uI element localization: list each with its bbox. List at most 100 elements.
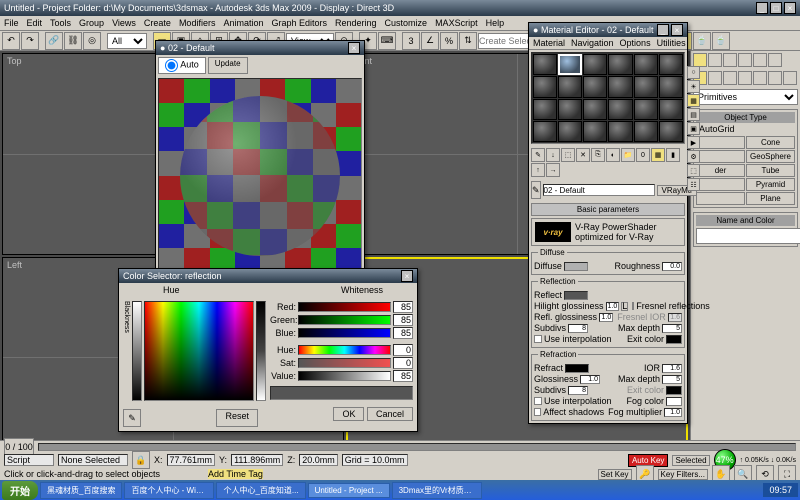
obj-btn-pyramid[interactable]: Pyramid [746, 178, 795, 191]
refr-subdivs-spinner[interactable]: 8 [568, 386, 588, 395]
tab-modify[interactable] [708, 53, 722, 67]
close-button[interactable]: × [784, 2, 796, 14]
hue-sat-picker[interactable] [144, 301, 254, 401]
me-menu-options[interactable]: Options [620, 38, 651, 48]
menu-modifiers[interactable]: Modifiers [179, 18, 216, 28]
object-name-input[interactable] [696, 228, 800, 244]
bind-button[interactable]: ◎ [83, 32, 101, 50]
ior-spinner[interactable]: 1.6 [662, 364, 682, 373]
me-select[interactable]: ⬚ [687, 164, 700, 177]
task-4[interactable]: 3Dmax里的Vr材质球... [392, 482, 482, 499]
sat-value[interactable]: 0 [393, 357, 413, 369]
material-slot-14[interactable] [583, 99, 607, 120]
menu-grapheditors[interactable]: Graph Editors [271, 18, 327, 28]
menu-create[interactable]: Create [144, 18, 171, 28]
preview-tab-update[interactable]: Update [208, 57, 248, 74]
me-sample-type[interactable]: ○ [687, 66, 700, 79]
color-selector-titlebar[interactable]: Color Selector: reflection × [119, 269, 417, 283]
script-area[interactable]: Script [4, 454, 54, 466]
hue-slider[interactable] [298, 345, 391, 355]
keyfilters-button[interactable]: Key Filters... [658, 469, 708, 480]
green-slider[interactable] [298, 315, 391, 325]
ok-button[interactable]: OK [333, 407, 364, 421]
hilight-gloss-spinner[interactable]: 1.0 [606, 302, 620, 311]
me-background[interactable]: ▦ [687, 94, 700, 107]
refl-exit-swatch[interactable] [666, 335, 682, 344]
obj-btn-plane[interactable]: Plane [746, 192, 795, 205]
affect-shadows-check[interactable] [534, 408, 541, 416]
fresnel-check[interactable] [632, 302, 634, 310]
material-editor-titlebar[interactable]: ● Material Editor - 02 - Default _ × [529, 23, 687, 37]
value-value[interactable]: 85 [393, 370, 413, 382]
menu-help[interactable]: Help [486, 18, 505, 28]
task-2[interactable]: 个人中心_百度知道... [216, 482, 305, 499]
material-slot-18[interactable] [533, 121, 557, 142]
basic-params-rollout[interactable]: Basic parameters [531, 203, 685, 216]
subtab-shapes[interactable] [708, 71, 722, 85]
material-slot-3[interactable] [608, 54, 632, 75]
me-show-map[interactable]: ▦ [651, 148, 665, 162]
start-button[interactable]: 开始 [2, 481, 38, 500]
menu-file[interactable]: File [4, 18, 19, 28]
refl-gloss-spinner[interactable]: 1.0 [599, 313, 613, 322]
reset-button[interactable]: Reset [216, 409, 258, 427]
me-menu-utilities[interactable]: Utilities [657, 38, 686, 48]
preview-close-button[interactable]: × [348, 42, 360, 54]
refr-maxdepth-spinner[interactable]: 5 [662, 375, 682, 384]
obj-btn-cylinder[interactable]: der [696, 164, 745, 177]
me-put-scene[interactable]: ↓ [546, 148, 560, 162]
roughness-spinner[interactable]: 0.0 [662, 262, 682, 271]
obj-btn-cone[interactable]: Cone [746, 136, 795, 149]
menu-animation[interactable]: Animation [223, 18, 263, 28]
material-slot-5[interactable] [659, 54, 683, 75]
me-menu-material[interactable]: Material [533, 38, 565, 48]
spinner-snap-button[interactable]: ⇅ [459, 32, 477, 50]
color-selector-close[interactable]: × [401, 270, 413, 282]
z-field[interactable]: 20.0mm [299, 454, 338, 466]
refl-interp-check[interactable] [534, 335, 542, 343]
material-slot-17[interactable] [659, 99, 683, 120]
y-field[interactable]: 111.896mm [231, 454, 283, 466]
sat-slider[interactable] [298, 358, 391, 368]
me-video-check[interactable]: ▣ [687, 122, 700, 135]
green-value[interactable]: 85 [393, 314, 413, 326]
material-slot-20[interactable] [583, 121, 607, 142]
task-0[interactable]: 黑魂材质_百度搜索 [40, 482, 122, 499]
me-show-end[interactable]: ▮ [666, 148, 680, 162]
material-slot-0[interactable] [533, 54, 557, 75]
tab-display[interactable] [753, 53, 767, 67]
preview-tab-auto[interactable]: Auto [158, 57, 206, 74]
subtab-helpers[interactable] [753, 71, 767, 85]
setkey-button[interactable]: Set Key [598, 469, 632, 480]
undo-button[interactable]: ↶ [2, 32, 20, 50]
menu-group[interactable]: Group [79, 18, 104, 28]
fog-color-swatch[interactable] [666, 397, 682, 406]
eyedropper-button[interactable]: ✎ [123, 409, 141, 427]
subtab-cameras[interactable] [738, 71, 752, 85]
keymode-button[interactable]: ⌨ [378, 32, 396, 50]
material-slot-9[interactable] [608, 76, 632, 97]
material-slot-7[interactable] [558, 76, 582, 97]
minimize-button[interactable]: _ [756, 2, 768, 14]
time-slider-track[interactable] [38, 443, 796, 451]
tab-motion[interactable] [738, 53, 752, 67]
preview-titlebar[interactable]: ● 02 - Default × [156, 41, 364, 55]
link-button[interactable]: 🔗 [45, 32, 63, 50]
obj-btn-geosphere[interactable]: GeoSphere [746, 150, 795, 163]
tab-hierarchy[interactable] [723, 53, 737, 67]
percent-snap-button[interactable]: % [440, 32, 458, 50]
obj-btn-tube[interactable]: Tube [746, 164, 795, 177]
material-slot-4[interactable] [634, 54, 658, 75]
me-options[interactable]: ⚙ [687, 150, 700, 163]
unlink-button[interactable]: ⛓ [64, 32, 82, 50]
material-slot-6[interactable] [533, 76, 557, 97]
blackness-slider[interactable] [132, 301, 142, 401]
me-reset[interactable]: ✕ [576, 148, 590, 162]
material-slot-16[interactable] [634, 99, 658, 120]
system-tray[interactable]: 09:57 [763, 483, 798, 497]
refr-interp-check[interactable] [534, 397, 542, 405]
maximize-button[interactable]: □ [770, 2, 782, 14]
value-slider[interactable] [298, 371, 391, 381]
lock-button[interactable]: 🔒 [132, 451, 150, 469]
redo-button[interactable]: ↷ [21, 32, 39, 50]
